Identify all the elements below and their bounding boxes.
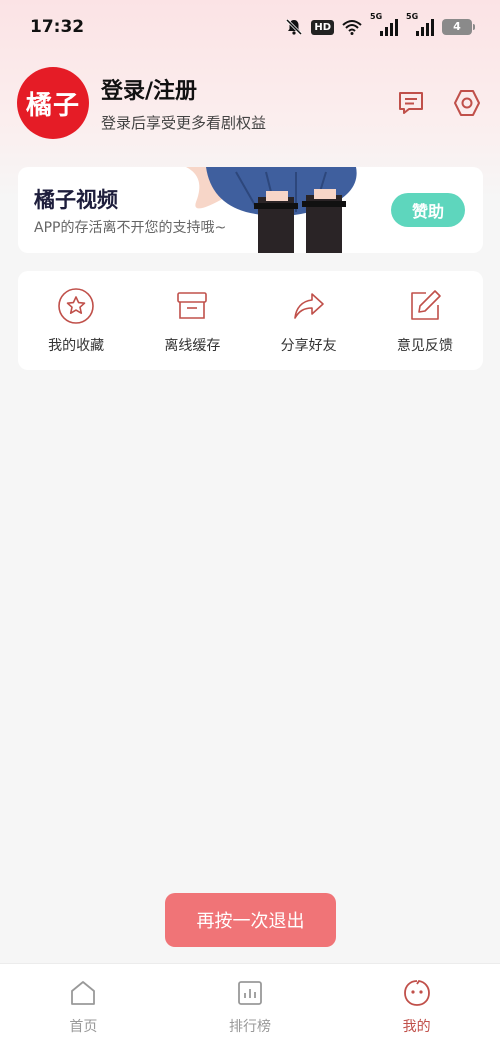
signal-icon-2: 5G	[406, 12, 434, 36]
star-icon	[57, 287, 95, 325]
action-label: 分享好友	[280, 338, 337, 354]
message-icon	[399, 92, 423, 114]
action-label: 我的收藏	[48, 338, 105, 354]
face-icon	[402, 978, 432, 1008]
profile-header[interactable]: 橘子 登录/注册 登录后享受更多看剧权益	[17, 66, 483, 140]
action-share[interactable]: 分享好友	[251, 271, 367, 370]
chart-icon	[235, 978, 265, 1008]
nav-label: 首页	[69, 1019, 98, 1035]
nav-label: 我的	[402, 1019, 431, 1035]
share-icon	[290, 287, 328, 325]
bottom-nav: 首页 排行榜 我的	[0, 963, 500, 1043]
nav-ranking[interactable]: 排行榜	[167, 964, 334, 1043]
hd-badge: HD	[311, 19, 334, 35]
nav-mine[interactable]: 我的	[333, 964, 500, 1043]
bell-muted-icon	[285, 18, 303, 36]
login-subtitle: 登录后享受更多看剧权益	[101, 114, 267, 132]
sponsor-button[interactable]: 赞助	[391, 193, 465, 227]
wifi-icon	[342, 19, 362, 35]
promo-card[interactable]: 橘子视频 APP的存活离不开您的支持哦~ 赞助	[18, 167, 483, 253]
nav-label: 排行榜	[229, 1019, 271, 1035]
action-offline-cache[interactable]: 离线缓存	[134, 271, 250, 370]
hd-icon: HD	[311, 19, 334, 35]
profile-text[interactable]: 登录/注册 登录后享受更多看剧权益	[101, 73, 395, 133]
status-time: 17:32	[30, 17, 85, 37]
action-feedback[interactable]: 意见反馈	[367, 271, 483, 370]
exit-toast: 再按一次退出	[165, 893, 336, 947]
edit-icon	[406, 287, 444, 325]
archive-icon	[173, 287, 211, 325]
promo-subtitle: APP的存活离不开您的支持哦~	[34, 220, 227, 236]
promo-illustration	[186, 167, 357, 253]
status-bar: 17:32 HD 5G 5G 4	[0, 0, 500, 54]
login-title[interactable]: 登录/注册	[101, 73, 395, 105]
header-actions	[395, 87, 483, 119]
settings-icon	[454, 90, 480, 116]
nav-home[interactable]: 首页	[0, 964, 167, 1043]
quick-actions: 我的收藏 离线缓存 分享好友 意见反馈	[18, 271, 483, 370]
network-label-2: 5G	[406, 12, 419, 21]
avatar[interactable]: 橘子	[17, 67, 89, 139]
battery-level: 4	[442, 19, 475, 35]
status-icons: HD 5G 5G 4	[285, 12, 475, 36]
signal-icon: 5G	[370, 12, 398, 36]
message-button[interactable]	[395, 87, 427, 119]
promo-title: 橘子视频	[34, 188, 118, 212]
action-favorites[interactable]: 我的收藏	[18, 271, 134, 370]
action-label: 离线缓存	[164, 338, 221, 354]
action-label: 意见反馈	[396, 338, 453, 354]
network-label: 5G	[370, 12, 383, 21]
home-icon	[68, 978, 98, 1008]
settings-button[interactable]	[451, 87, 483, 119]
battery-icon: 4	[442, 19, 475, 35]
